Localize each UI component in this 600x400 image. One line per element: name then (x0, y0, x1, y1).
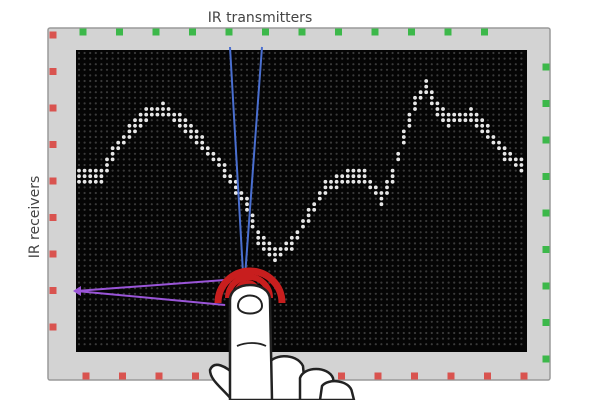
receivers-label: IR receivers (27, 176, 43, 259)
transmitter-led (542, 209, 550, 217)
transmitter-led (116, 28, 123, 36)
receiver-led (82, 372, 90, 380)
transmitters-label: IR transmitters (208, 10, 312, 26)
transmitter-led (542, 136, 550, 144)
transmitter-led (542, 319, 550, 326)
transmitter-led (225, 28, 233, 36)
receiver-led (192, 372, 199, 380)
receiver-led (49, 250, 57, 258)
transmitter-led (335, 28, 342, 36)
transmitter-led (542, 100, 550, 107)
dot-matrix-screen (76, 50, 527, 352)
transmitter-led (542, 355, 550, 363)
diagram-canvas: IR transmitters IR receivers (27, 10, 551, 400)
receiver-led (49, 214, 57, 221)
receiver-led (447, 372, 455, 380)
transmitter-led (542, 63, 550, 71)
receiver-led (49, 141, 57, 148)
transmitter-led (262, 28, 269, 36)
receiver-led (411, 372, 418, 380)
receiver-led (374, 372, 382, 380)
receiver-led (119, 372, 126, 380)
receiver-led (49, 287, 57, 294)
ir-touchscreen-diagram: IR transmitters IR receivers (0, 0, 600, 400)
transmitter-led (481, 28, 488, 36)
receiver-led (484, 372, 491, 380)
transmitter-led (408, 28, 415, 36)
receiver-led (49, 104, 57, 112)
transmitter-led (152, 28, 160, 36)
receiver-led (49, 177, 57, 185)
receiver-led (49, 31, 57, 39)
transmitter-led (79, 28, 87, 36)
transmitter-led (542, 173, 550, 180)
transmitter-led (444, 28, 452, 36)
receiver-led (520, 372, 528, 380)
transmitter-led (189, 28, 196, 36)
receiver-led (338, 372, 345, 380)
transmitter-led (298, 28, 306, 36)
transmitter-led (542, 282, 550, 290)
transmitter-led (542, 246, 550, 253)
receiver-led (49, 323, 57, 331)
receiver-led (49, 68, 57, 75)
transmitter-led (371, 28, 379, 36)
receiver-led (155, 372, 163, 380)
